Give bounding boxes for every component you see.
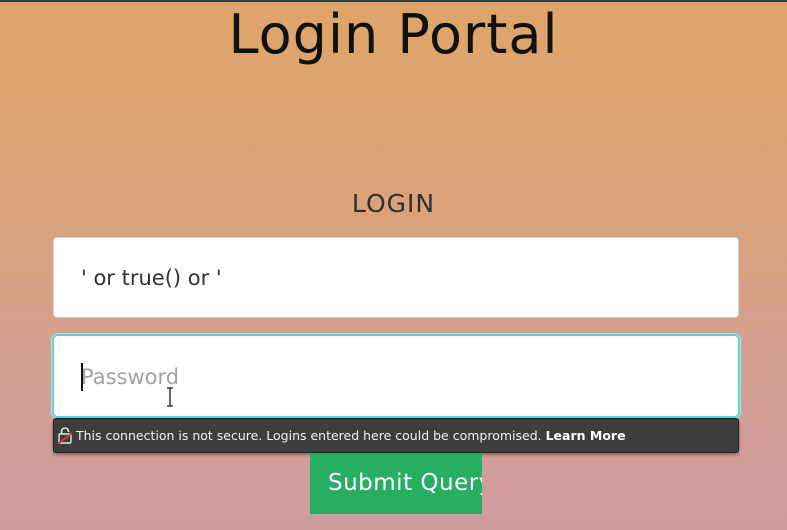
warning-text: This connection is not secure. Logins en… <box>76 419 626 452</box>
text-cursor-icon <box>167 387 173 407</box>
insecure-login-warning: This connection is not secure. Logins en… <box>53 418 739 453</box>
login-heading: LOGIN <box>351 189 436 218</box>
submit-label: Submit Query <box>328 470 482 496</box>
username-field[interactable]: ' or true() or ' <box>53 237 739 318</box>
text-caret <box>81 363 83 391</box>
learn-more-link[interactable]: Learn More <box>546 428 626 443</box>
submit-button[interactable]: Submit Query <box>310 453 482 514</box>
password-field[interactable]: Password <box>52 334 740 418</box>
page-title: Login Portal <box>228 3 559 66</box>
warning-message: This connection is not secure. Logins en… <box>76 428 542 443</box>
username-value: ' or true() or ' <box>81 266 222 290</box>
broken-lock-icon <box>58 427 72 444</box>
